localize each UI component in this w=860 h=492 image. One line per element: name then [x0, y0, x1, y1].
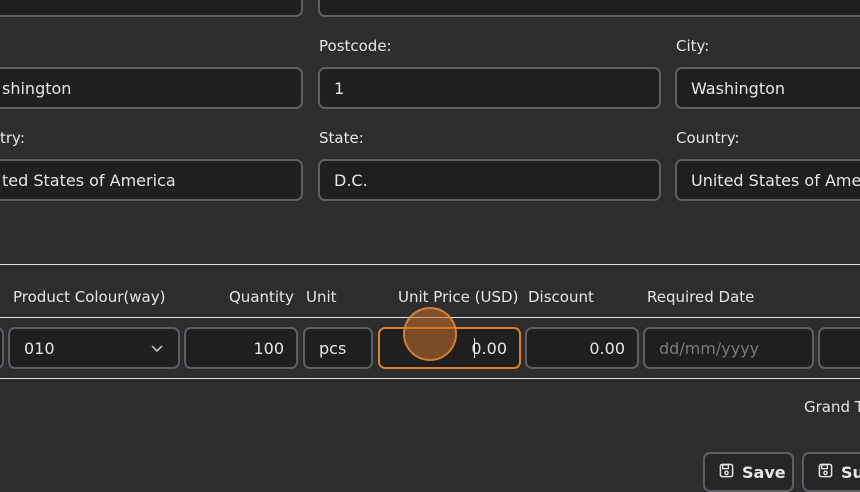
submit-button[interactable]: Su: [802, 452, 860, 492]
address-line-left-field[interactable]: [0, 0, 303, 17]
state-field[interactable]: D.C.: [318, 159, 661, 201]
chevron-down-icon: [150, 341, 178, 355]
city-left-field[interactable]: shington: [0, 67, 303, 109]
country-left-label: try:: [0, 129, 25, 147]
floppy-disk-icon: [818, 463, 833, 482]
row-next-cell[interactable]: [818, 327, 860, 369]
table-header-divider: [0, 317, 860, 318]
required-date-field[interactable]: dd/mm/yyyy: [643, 327, 814, 369]
address-line-right-field[interactable]: [318, 0, 860, 17]
floppy-disk-icon: [719, 463, 734, 482]
col-header-unit: Unit: [306, 288, 337, 306]
text-caret: [474, 338, 475, 358]
quantity-field[interactable]: 100: [184, 327, 298, 369]
state-label: State:: [319, 129, 364, 147]
col-header-required-date: Required Date: [647, 288, 755, 306]
unit-field[interactable]: pcs: [303, 327, 373, 369]
save-button-label: Save: [742, 462, 786, 482]
discount-field[interactable]: 0.00: [525, 327, 639, 369]
country-left-field[interactable]: ted States of America: [0, 159, 303, 201]
col-header-unit-price: Unit Price (USD): [398, 288, 519, 306]
table-row-divider: [0, 378, 860, 379]
postcode-field[interactable]: 1: [318, 67, 661, 109]
col-header-colour: Product Colour(way): [13, 288, 166, 306]
colour-select[interactable]: 010: [8, 327, 180, 369]
table-top-divider: [0, 264, 860, 265]
save-button[interactable]: Save: [703, 452, 794, 492]
col-header-quantity: Quantity: [229, 288, 294, 306]
col-header-discount: Discount: [528, 288, 594, 306]
postcode-label: Postcode:: [319, 37, 392, 55]
unit-price-field[interactable]: 0.00: [378, 327, 521, 369]
grand-total-label: Grand T: [804, 398, 860, 416]
city-label: City:: [676, 37, 710, 55]
country-field[interactable]: United States of America: [675, 159, 860, 201]
country-label: Country:: [676, 129, 740, 147]
row-prev-cell[interactable]: [0, 327, 4, 369]
city-field[interactable]: Washington: [675, 67, 860, 109]
submit-button-label: Su: [841, 462, 860, 482]
